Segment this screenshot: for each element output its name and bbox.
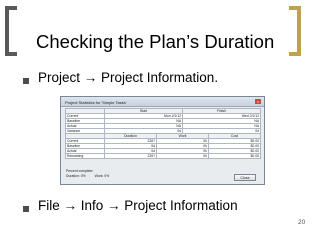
slide-title: Checking the Plan’s Duration — [36, 31, 275, 52]
duration-percent: Duration: 0% — [66, 174, 86, 178]
bullet-text-1: Project → Project Information. — [38, 70, 219, 85]
table-cell: $0.00 — [208, 153, 261, 160]
bullet-text-2: File → Info → Project Information — [38, 198, 238, 213]
page-number: 20 — [298, 219, 306, 226]
dates-table: Start Finish Current Mon 2/1/12 Wed 2/1/… — [65, 107, 261, 135]
percent-complete-label: Percent complete: — [66, 169, 94, 173]
bullet-marker-1 — [23, 78, 29, 84]
left-bracket-decoration — [5, 6, 17, 56]
table-cell: 0h — [156, 153, 209, 160]
close-button[interactable]: Close — [234, 174, 256, 181]
table-row: Remaining 226? 0h $0.00 — [65, 153, 261, 160]
dialog-titlebar: Project Statistics for 'Simple Tasks' × — [61, 97, 264, 107]
statistics-table: Duration Work Cost Current 226? 0h $0.00… — [65, 132, 261, 160]
dialog-title: Project Statistics for 'Simple Tasks' — [65, 99, 127, 105]
project-statistics-dialog: Project Statistics for 'Simple Tasks' × … — [60, 96, 265, 185]
close-icon[interactable]: × — [255, 99, 261, 104]
bullet-marker-2 — [23, 206, 29, 212]
row-label: Remaining — [65, 153, 105, 160]
right-bracket-decoration — [289, 6, 301, 56]
table-cell: 226? — [104, 153, 157, 160]
work-percent: Work: 0% — [94, 174, 110, 178]
percent-complete-values: Duration: 0% Work: 0% — [66, 174, 117, 178]
